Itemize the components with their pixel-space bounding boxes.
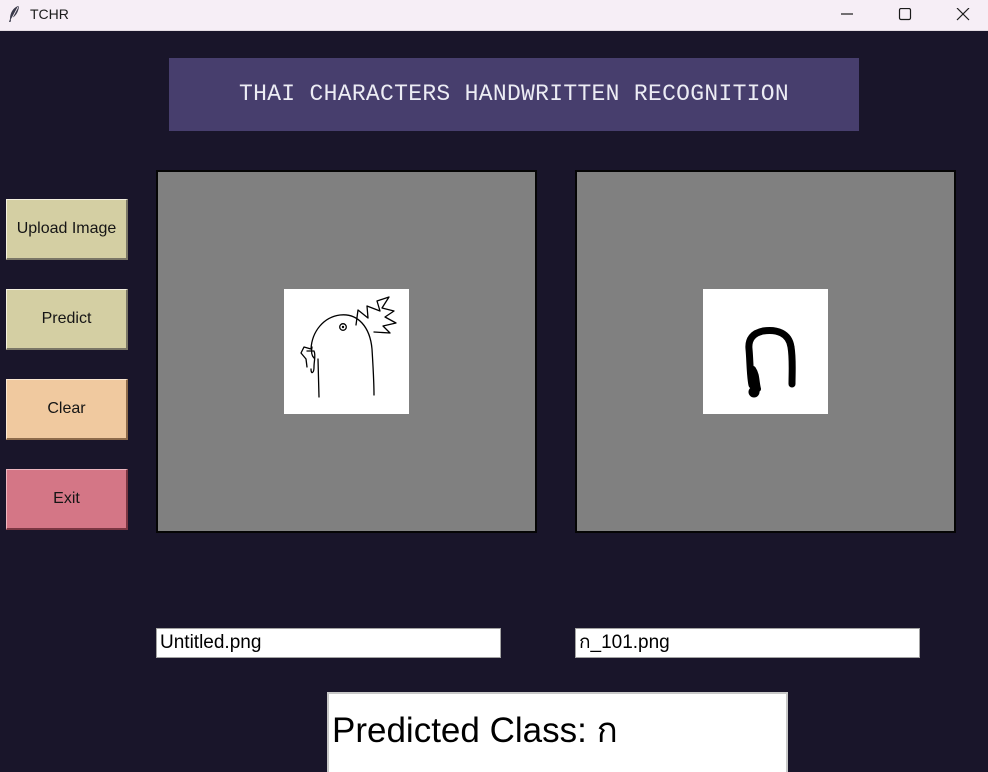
feather-icon: [7, 5, 21, 23]
predicted-filename-field[interactable]: ก_101.png: [575, 628, 920, 658]
exit-button[interactable]: Exit: [6, 469, 128, 530]
window-title: TCHR: [30, 6, 69, 22]
predicted-image-panel: [575, 170, 956, 533]
input-image-panel: [156, 170, 537, 533]
input-filename-field[interactable]: Untitled.png: [156, 628, 501, 658]
app-title-banner: THAI CHARACTERS HANDWRITTEN RECOGNITION: [239, 81, 789, 107]
upload-image-button[interactable]: Upload Image: [6, 199, 128, 260]
predicted-class-value: ก: [596, 711, 618, 750]
input-image: [284, 289, 409, 414]
rooster-sketch-image: [300, 296, 397, 398]
close-icon: [956, 8, 970, 21]
main-window: THAI CHARACTERS HANDWRITTEN RECOGNITION …: [0, 31, 988, 772]
clear-button[interactable]: Clear: [6, 379, 128, 440]
predict-button[interactable]: Predict: [6, 289, 128, 350]
close-button[interactable]: [934, 0, 988, 30]
window-titlebar: TCHR: [0, 0, 988, 31]
maximize-button[interactable]: [876, 0, 934, 30]
minimize-button[interactable]: [818, 0, 876, 30]
minimize-icon: [841, 13, 853, 15]
thai-character-image: [745, 327, 796, 398]
predicted-image: [703, 289, 828, 414]
app-header: THAI CHARACTERS HANDWRITTEN RECOGNITION: [169, 58, 859, 131]
predicted-class-label: Predicted Class:: [332, 711, 597, 750]
prediction-result-box: Predicted Class: ก: [327, 692, 788, 772]
maximize-icon: [898, 8, 912, 21]
